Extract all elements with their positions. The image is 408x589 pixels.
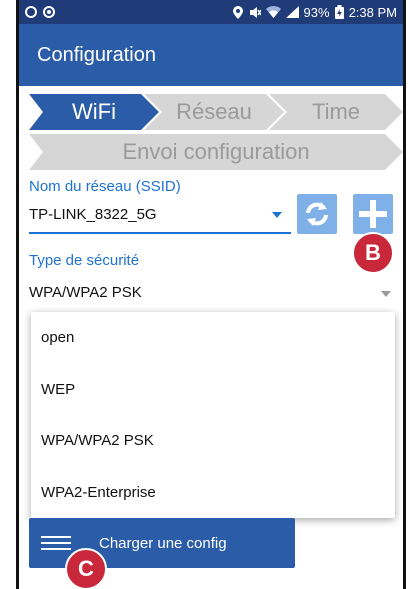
security-type-value: WPA/WPA2 PSK: [29, 284, 142, 301]
step-time[interactable]: Time: [269, 94, 403, 130]
security-type-label: Type de sécurité: [29, 252, 140, 269]
ssid-select[interactable]: TP-LINK_8322_5G: [29, 206, 291, 234]
chevron-down-icon[interactable]: [381, 291, 391, 297]
dropdown-option-wpa2-enterprise[interactable]: WPA2-Enterprise: [31, 467, 395, 519]
wifi-icon: [265, 6, 281, 18]
battery-percent: 93%: [303, 4, 330, 20]
dropdown-option-wpa-wpa2-psk[interactable]: WPA/WPA2 PSK: [31, 415, 395, 467]
status-bar: 93% 2:38 PM: [19, 0, 403, 24]
step-envoi-configuration[interactable]: Envoi configuration: [29, 134, 403, 170]
step-wifi[interactable]: WiFi: [29, 94, 159, 130]
page-title: Configuration: [37, 43, 156, 66]
plus-icon: [359, 200, 387, 228]
load-config-label: Charger une config: [99, 534, 227, 552]
battery-icon: [334, 5, 344, 19]
location-icon: [232, 5, 243, 19]
circle-icon: [25, 6, 37, 18]
security-type-dropdown: open WEP WPA/WPA2 PSK WPA2-Enterprise: [31, 312, 395, 518]
signal-icon: [285, 6, 299, 18]
step-reseau[interactable]: Réseau: [144, 94, 284, 130]
refresh-button[interactable]: [297, 194, 337, 234]
security-type-select[interactable]: WPA/WPA2 PSK: [29, 284, 393, 308]
dropdown-option-open[interactable]: open: [31, 312, 395, 364]
mute-icon: [249, 6, 261, 18]
app-bar: Configuration: [19, 24, 403, 86]
annotation-badge-b: B: [352, 232, 394, 274]
ssid-value: TP-LINK_8322_5G: [29, 206, 157, 223]
menu-icon: [41, 532, 71, 554]
chevron-down-icon[interactable]: [272, 212, 282, 218]
ssid-label: Nom du réseau (SSID): [29, 178, 181, 195]
dropdown-option-wep[interactable]: WEP: [31, 364, 395, 416]
annotation-badge-c: C: [65, 548, 107, 589]
circle-icon: [43, 6, 55, 18]
refresh-icon: [306, 202, 328, 226]
clock: 2:38 PM: [348, 4, 397, 20]
wizard-steps: WiFi Réseau Time Envoi configuration: [19, 94, 403, 174]
add-network-button[interactable]: [353, 194, 393, 234]
ssid-underline: [29, 232, 291, 234]
app-screen: 93% 2:38 PM Configuration WiFi Réseau Ti…: [16, 0, 406, 589]
